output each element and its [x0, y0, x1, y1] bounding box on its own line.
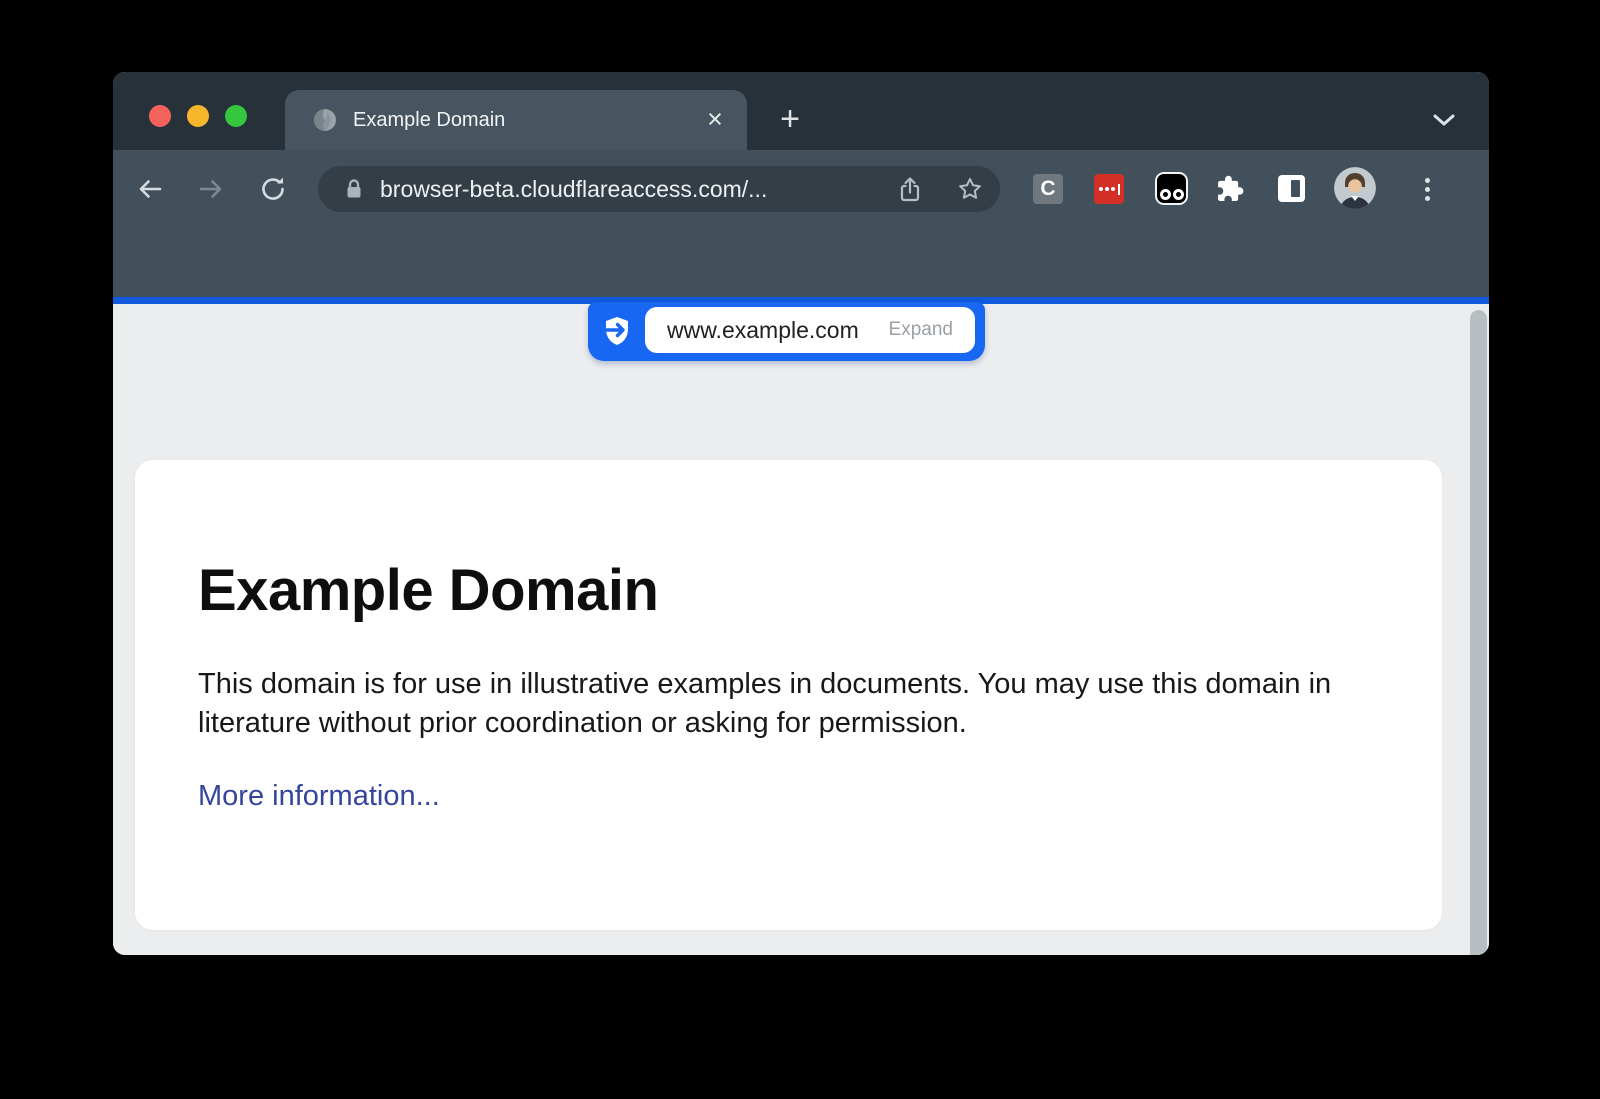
scrollbar-thumb[interactable] — [1470, 310, 1487, 955]
content-card: Example Domain This domain is for use in… — [135, 460, 1442, 930]
extension-c-icon[interactable]: C — [1033, 174, 1063, 204]
page-viewport: www.example.com Expand Example Domain Th… — [113, 304, 1489, 955]
share-icon[interactable] — [896, 175, 924, 203]
tab-strip: Example Domain × + — [113, 72, 1489, 150]
lastpass-icon[interactable] — [1094, 174, 1124, 204]
kebab-menu-icon[interactable] — [1413, 174, 1441, 204]
zoom-window-button[interactable] — [225, 105, 247, 127]
globe-favicon-icon — [313, 108, 337, 132]
browser-toolbar: browser-beta.cloudflareaccess.com/... C — [113, 150, 1489, 297]
chevron-down-icon[interactable] — [1431, 110, 1457, 130]
avatar[interactable] — [1334, 167, 1376, 209]
page-title: Example Domain — [198, 560, 658, 622]
isolation-site-url: www.example.com — [667, 317, 859, 344]
close-tab-icon[interactable]: × — [699, 104, 731, 136]
url-text: browser-beta.cloudflareaccess.com/... — [380, 176, 767, 202]
new-tab-button[interactable]: + — [774, 104, 806, 136]
page-paragraph: This domain is for use in illustrative e… — [198, 665, 1358, 743]
expand-button[interactable]: Expand — [889, 319, 953, 341]
puzzle-icon[interactable] — [1216, 174, 1246, 204]
goggles-icon[interactable] — [1155, 172, 1188, 205]
shield-arrow-icon — [601, 315, 633, 347]
tab-example-domain[interactable]: Example Domain × — [285, 90, 747, 150]
reload-icon[interactable] — [258, 174, 288, 204]
star-icon[interactable] — [956, 175, 984, 203]
side-panel-icon[interactable] — [1278, 175, 1305, 202]
isolation-url-pill: www.example.com Expand — [588, 302, 985, 361]
lock-icon[interactable] — [341, 176, 367, 202]
address-bar[interactable]: browser-beta.cloudflareaccess.com/... — [318, 166, 1000, 212]
minimize-window-button[interactable] — [187, 105, 209, 127]
back-icon[interactable] — [135, 174, 165, 204]
tab-title: Example Domain — [353, 108, 505, 132]
close-window-button[interactable] — [149, 105, 171, 127]
isolation-site-field[interactable]: www.example.com Expand — [645, 307, 975, 353]
more-information-link[interactable]: More information... — [198, 780, 440, 813]
browser-window: Example Domain × + — [113, 72, 1489, 955]
forward-icon[interactable] — [196, 174, 226, 204]
